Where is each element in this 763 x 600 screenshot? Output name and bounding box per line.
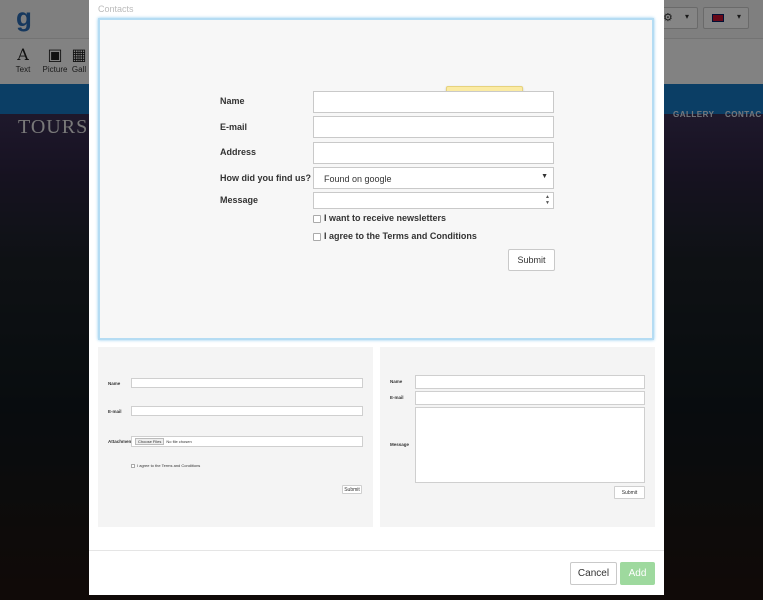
thumb-attachments-field: Choose Files No file chosen xyxy=(131,436,363,447)
thumb-terms-label: I agree to the Terms and Conditions xyxy=(137,463,201,468)
thumb-b-message-label: Message xyxy=(390,442,410,447)
name-label: Name xyxy=(220,96,245,106)
thumb-b-name-field xyxy=(415,375,645,389)
thumb-name-field xyxy=(131,378,363,388)
email-label: E-mail xyxy=(220,122,248,132)
terms-checkbox-label: I agree to the Terms and Conditions xyxy=(324,231,477,241)
thumb-b-name-label: Name xyxy=(390,379,403,384)
cancel-button[interactable]: Cancel xyxy=(570,562,617,585)
terms-checkbox[interactable] xyxy=(313,233,321,241)
thumb-b-email-label: E-mail xyxy=(390,395,404,400)
thumb-file-status: No file chosen xyxy=(166,439,192,444)
thumb-b-submit-button: Submit xyxy=(614,486,645,499)
form-template-checkboxes[interactable]: Form checkboxes Name E-mail Address How … xyxy=(98,18,654,340)
message-field[interactable]: ▲ ▼ xyxy=(313,192,554,209)
add-button[interactable]: Add xyxy=(620,562,655,585)
thumb-choose-files-button: Choose Files xyxy=(135,438,165,445)
thumb-email-label: E-mail xyxy=(108,409,122,414)
newsletter-checkbox[interactable] xyxy=(313,215,321,223)
form-template-message[interactable]: Name E-mail Message Submit xyxy=(380,347,655,527)
source-select-value: Found on google xyxy=(324,174,392,184)
name-field[interactable] xyxy=(313,91,554,113)
contacts-modal: Contacts Form checkboxes Name E-mail Add… xyxy=(89,0,664,595)
thumb-name-label: Name xyxy=(108,381,121,386)
thumb-terms-checkbox xyxy=(131,464,135,468)
modal-footer-divider xyxy=(89,550,664,551)
source-label: How did you find us? xyxy=(220,173,311,183)
modal-title: Contacts xyxy=(98,4,134,14)
thumb-b-email-field xyxy=(415,391,645,405)
spinner-icon: ▲ ▼ xyxy=(545,194,550,206)
source-select[interactable]: Found on google ▼ xyxy=(313,167,554,189)
form-template-attachments[interactable]: Name E-mail Attachments Choose Files No f… xyxy=(98,347,373,527)
address-label: Address xyxy=(220,147,257,157)
thumb-email-field xyxy=(131,406,363,416)
newsletter-checkbox-label: I want to receive newsletters xyxy=(324,213,447,223)
caret-down-icon: ▼ xyxy=(541,173,548,180)
thumb-b-message-field xyxy=(415,407,645,483)
message-label: Message xyxy=(220,195,259,205)
address-field[interactable] xyxy=(313,142,554,164)
email-field[interactable] xyxy=(313,116,554,138)
submit-button[interactable]: Submit xyxy=(508,249,555,271)
thumb-submit-button: Submit xyxy=(342,485,362,494)
